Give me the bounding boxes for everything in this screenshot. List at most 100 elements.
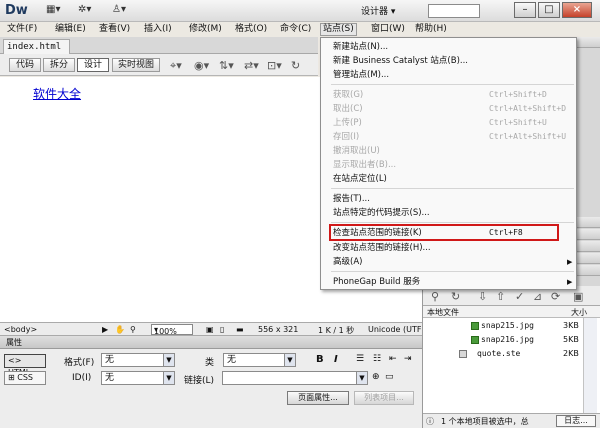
refresh-icon[interactable]: ↻ [451, 290, 460, 303]
files-scrollbar[interactable] [583, 318, 597, 413]
menu-item-new-site[interactable]: 新建站点(N)... [321, 40, 576, 54]
hand-tool-icon[interactable]: ✋ [115, 325, 125, 334]
check-in-icon[interactable]: ⊿ [533, 290, 542, 303]
file-size: 5KB [563, 335, 579, 344]
menu-item-label: 改变站点范围的链接(H)... [333, 243, 431, 253]
monitor-icon[interactable]: ▬ [236, 325, 244, 334]
zoom-select[interactable]: 100% ▾ [151, 324, 193, 336]
file-row[interactable]: snap215.jpg 3KB [423, 320, 600, 332]
file-management-icon[interactable]: ⇄▾ [244, 59, 259, 72]
refresh-icon[interactable]: ↻ [291, 59, 300, 72]
menu-item-undo-check-out[interactable]: 撤消取出(U) [321, 144, 576, 158]
point-to-file-icon[interactable]: ⊕ [372, 372, 380, 382]
content-link[interactable]: 软件大全 [33, 85, 81, 102]
get-files-icon[interactable]: ⇩ [478, 290, 487, 303]
connect-icon[interactable]: ⚲ [431, 290, 439, 303]
menu-insert[interactable]: 插入(I) [142, 23, 174, 36]
menu-separator [331, 188, 574, 189]
menu-item-label: 新建站点(N)... [333, 42, 389, 52]
menu-item-manage-sites[interactable]: 管理站点(M)... [321, 68, 576, 82]
menu-item-label: 显示取出者(B)... [333, 160, 397, 170]
html-mode-button[interactable]: <> HTML [4, 354, 46, 377]
menu-separator [331, 222, 574, 223]
device-icon[interactable]: ▣ [206, 325, 214, 334]
menu-view[interactable]: 查看(V) [97, 23, 132, 36]
properties-header[interactable]: 属性 [0, 336, 422, 349]
file-row[interactable]: quote.ste 2KB [423, 348, 600, 360]
validate-icon[interactable]: ⇅▾ [219, 59, 234, 72]
maximize-button[interactable]: □ [538, 2, 560, 18]
menu-item-code-hints[interactable]: 站点特定的代码提示(S)... [321, 206, 576, 220]
code-view-button[interactable]: 代码 [9, 58, 41, 72]
id-select[interactable]: 无 ▼ [101, 371, 175, 385]
menu-edit[interactable]: 编辑(E) [53, 23, 88, 36]
ordered-list-icon[interactable]: ☷ [373, 354, 381, 364]
italic-button[interactable]: I [334, 354, 338, 365]
size-column[interactable]: 大小 [571, 307, 587, 318]
menu-item-new-bc-site[interactable]: 新建 Business Catalyst 站点(B)... [321, 54, 576, 68]
close-button[interactable]: × [562, 2, 592, 18]
user-icon[interactable]: ♙▾ [112, 4, 126, 15]
window-size[interactable]: 556 x 321 [258, 325, 298, 334]
check-out-icon[interactable]: ✓ [515, 290, 524, 303]
menu-item-reports[interactable]: 报告(T)... [321, 192, 576, 206]
split-view-button[interactable]: 拆分 [43, 58, 75, 72]
menu-format[interactable]: 格式(O) [233, 23, 269, 36]
menu-item-change-links[interactable]: 改变站点范围的链接(H)... [321, 241, 576, 255]
menu-item-label: 新建 Business Catalyst 站点(B)... [333, 56, 468, 66]
inspect-icon[interactable]: ⌖▾ [170, 59, 182, 73]
zoom-tool-icon[interactable]: ⚲ [130, 325, 136, 334]
indent-icon[interactable]: ⇥ [404, 354, 412, 364]
design-view-button[interactable]: 设计 [77, 58, 109, 72]
help-icon[interactable]: ⓘ [426, 416, 434, 427]
menu-commands[interactable]: 命令(C) [278, 23, 313, 36]
menu-item-phonegap[interactable]: PhoneGap Build 服务 ▶ [321, 275, 576, 289]
menu-file[interactable]: 文件(F) [5, 23, 39, 36]
page-properties-button[interactable]: 页面属性... [287, 391, 349, 405]
menu-item-locate-in-site[interactable]: 在站点定位(L) [321, 172, 576, 186]
menu-item-check-in[interactable]: 存回(I) Ctrl+Alt+Shift+U [321, 130, 576, 144]
local-files-column[interactable]: 本地文件 [427, 307, 459, 318]
gear-icon[interactable]: ✲▾ [78, 4, 91, 15]
class-value: 无 [227, 355, 237, 365]
menu-help[interactable]: 帮助(H) [413, 23, 449, 36]
link-input[interactable]: ▼ [222, 371, 368, 385]
css-mode-button[interactable]: ⊞ CSS [4, 371, 46, 385]
outdent-icon[interactable]: ⇤ [389, 354, 397, 364]
browse-folder-icon[interactable]: ▭ [385, 372, 394, 382]
menu-item-check-out[interactable]: 取出(C) Ctrl+Alt+Shift+D [321, 102, 576, 116]
minimize-button[interactable]: – [514, 2, 536, 18]
site-file-icon [459, 350, 467, 358]
class-select[interactable]: 无 ▼ [223, 353, 296, 367]
tablet-icon[interactable]: ▯ [220, 325, 224, 334]
sync-icon[interactable]: ⟳ [551, 290, 560, 303]
search-input[interactable] [428, 4, 480, 18]
log-button[interactable]: 日志... [556, 415, 596, 427]
visual-aids-icon[interactable]: ⊡▾ [267, 59, 282, 72]
menu-item-get[interactable]: 获取(G) Ctrl+Shift+D [321, 88, 576, 102]
select-tool-icon[interactable]: ▶ [102, 325, 108, 334]
workspace-switcher[interactable]: 设计器 ▾ [361, 4, 421, 18]
status-bar: <body> ▶ ✋ ⚲ 100% ▾ ▣ ▯ ▬ 556 x 321 1 K … [0, 322, 422, 336]
menu-modify[interactable]: 修改(M) [187, 23, 224, 36]
site-menu-dropdown: 新建站点(N)... 新建 Business Catalyst 站点(B)...… [320, 37, 577, 290]
menu-window[interactable]: 窗口(W) [369, 23, 407, 36]
file-row[interactable]: snap216.jpg 5KB [423, 334, 600, 346]
live-view-button[interactable]: 实时视图 [112, 58, 160, 72]
menu-item-show-checked-out-by[interactable]: 显示取出者(B)... [321, 158, 576, 172]
unordered-list-icon[interactable]: ☰ [356, 354, 364, 364]
menu-item-put[interactable]: 上传(P) Ctrl+Shift+U [321, 116, 576, 130]
layout-icon[interactable]: ▦▾ [46, 4, 60, 15]
menu-site[interactable]: 站点(S) [320, 23, 357, 36]
menu-item-advanced[interactable]: 高级(A) ▶ [321, 255, 576, 269]
put-files-icon[interactable]: ⇧ [496, 290, 505, 303]
document-tab[interactable]: index.html × [3, 39, 70, 62]
format-select[interactable]: 无 ▼ [101, 353, 175, 367]
tag-selector[interactable]: <body> [4, 325, 37, 334]
list-item-button[interactable]: 列表项目... [354, 391, 414, 405]
bold-button[interactable]: B [316, 354, 324, 365]
browser-preview-icon[interactable]: ◉▾ [194, 59, 209, 72]
expand-icon[interactable]: ▣ [573, 290, 583, 303]
menu-item-label: 在站点定位(L) [333, 174, 387, 184]
files-status-bar: ⓘ 1 个本地项目被选中，总 日志... [423, 413, 600, 428]
